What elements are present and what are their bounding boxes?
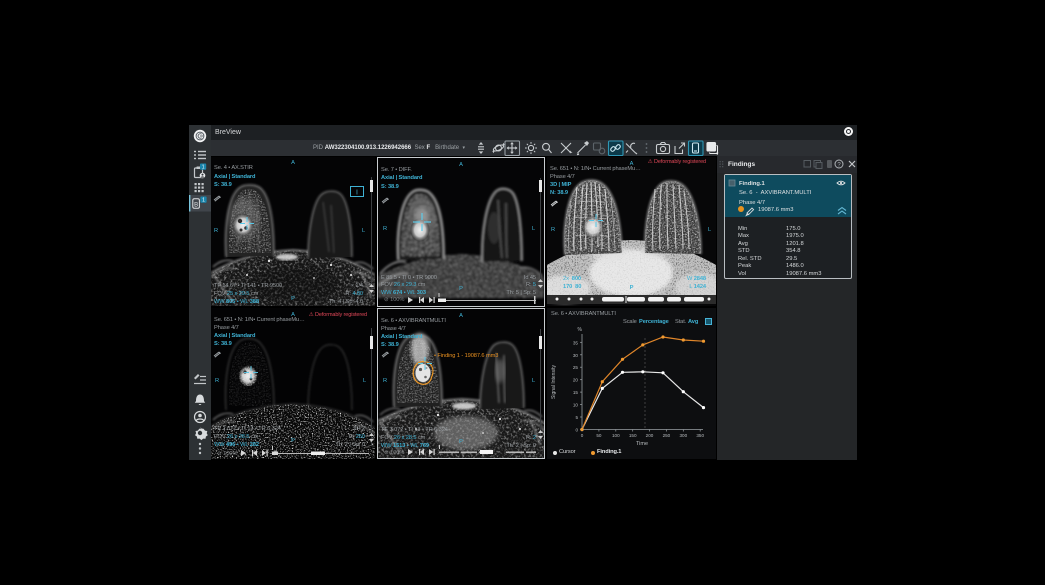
svg-text:I: I — [356, 190, 358, 197]
svg-text:35: 35 — [573, 340, 579, 345]
svg-text:0: 0 — [581, 433, 584, 438]
svg-text:30: 30 — [573, 353, 579, 358]
svg-text:350: 350 — [696, 433, 704, 438]
svg-text:150: 150 — [629, 433, 637, 438]
svg-text:50: 50 — [596, 433, 602, 438]
svg-text:15: 15 — [573, 390, 579, 395]
svg-text:250: 250 — [663, 433, 671, 438]
svg-text:1: 1 — [202, 165, 205, 171]
svg-text:1: 1 — [202, 198, 205, 204]
svg-text:20: 20 — [573, 378, 579, 383]
svg-text:100: 100 — [612, 433, 620, 438]
svg-text:0: 0 — [575, 428, 578, 433]
svg-text:25: 25 — [573, 365, 579, 370]
svg-text:300: 300 — [679, 433, 687, 438]
svg-text:Signal Intensity: Signal Intensity — [551, 365, 557, 399]
svg-text:%: % — [578, 327, 583, 333]
svg-text:10: 10 — [573, 403, 579, 408]
svg-text:5: 5 — [575, 415, 578, 420]
svg-text:B: B — [194, 203, 198, 209]
svg-text:Time: Time — [636, 441, 648, 447]
svg-text:200: 200 — [646, 433, 654, 438]
